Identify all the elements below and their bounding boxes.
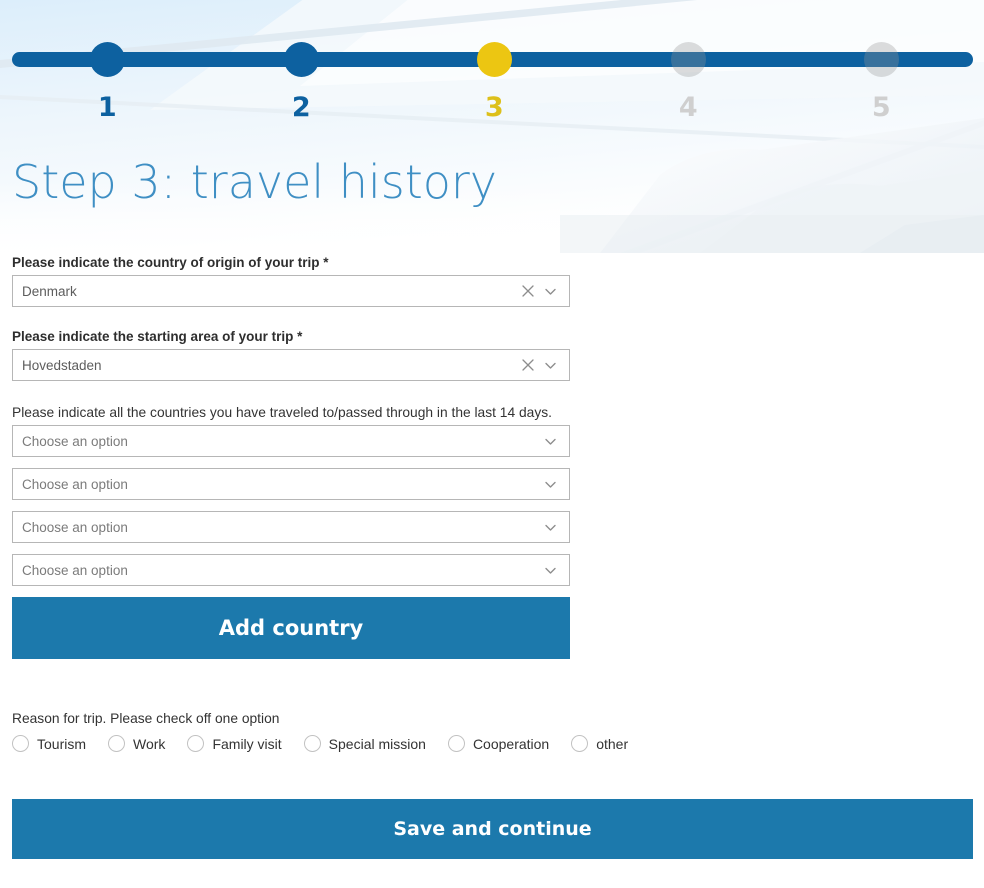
page-title: Step 3: travel history [12,155,498,209]
stepper-label-2: 2 [291,92,311,123]
starting-area-select[interactable]: Hovedstaden [12,349,570,381]
stepper-dot-5[interactable] [864,42,899,77]
traveled-country-select-4[interactable]: Choose an option [12,554,570,586]
add-country-button[interactable]: Add country [12,597,570,659]
traveled-country-value-2: Choose an option [22,476,128,492]
radio-circle-icon[interactable] [108,735,126,752]
stepper-label-4: 4 [678,92,698,123]
country-of-origin-value: Denmark [22,283,77,299]
radio-circle-icon[interactable] [447,735,465,752]
radio-circle-icon[interactable] [12,735,29,752]
traveled-country-value-3: Choose an option [22,519,128,535]
chevron-down-icon[interactable] [539,469,561,499]
chevron-down-icon[interactable] [539,350,561,380]
radio-option-family-visit[interactable]: Family visit [187,735,282,752]
traveled-country-value-4: Choose an option [22,562,128,578]
radio-label-other: other [596,735,629,752]
radio-circle-icon[interactable] [187,735,205,752]
radio-label-family-visit: Family visit [212,735,282,752]
save-and-continue-button[interactable]: Save and continue [12,799,973,859]
stepper-dot-4[interactable] [671,42,706,77]
chevron-down-icon[interactable] [539,276,561,306]
radio-label-work: Work [133,735,166,752]
radio-circle-icon[interactable] [303,735,321,752]
chevron-down-icon[interactable] [539,426,561,456]
traveled-country-select-3[interactable]: Choose an option [12,511,570,543]
chevron-down-icon[interactable] [539,555,561,585]
stepper-dot-2[interactable] [284,42,319,77]
stepper-dot-1[interactable] [90,42,125,77]
traveled-countries-label: Please indicate all the countries you ha… [12,405,552,420]
radio-circle-icon[interactable] [571,735,589,752]
country-of-origin-label: Please indicate the country of origin of… [12,255,329,270]
close-x-icon[interactable] [517,350,539,380]
stepper-label-5: 5 [871,92,891,123]
starting-area-label: Please indicate the starting area of you… [12,329,303,344]
radio-option-cooperation[interactable]: Cooperation [447,735,550,752]
stepper-label-1: 1 [97,92,117,123]
stepper-label-3: 3 [484,92,504,123]
radio-label-tourism: Tourism [37,735,87,752]
starting-area-value: Hovedstaden [22,357,102,373]
country-of-origin-select[interactable]: Denmark [12,275,570,307]
radio-option-tourism[interactable]: Tourism [12,735,86,752]
radio-option-other[interactable]: other [571,735,628,752]
traveled-country-value-1: Choose an option [22,433,128,449]
close-x-icon[interactable] [517,276,539,306]
reason-for-trip-label: Reason for trip. Please check off one op… [12,711,280,726]
progress-stepper: 1 2 3 4 5 [0,0,984,135]
traveled-country-select-2[interactable]: Choose an option [12,468,570,500]
radio-label-special-mission: Special mission [328,735,426,752]
radio-option-work[interactable]: Work [108,735,165,752]
radio-label-cooperation: Cooperation [472,735,550,752]
traveled-country-select-1[interactable]: Choose an option [12,425,570,457]
chevron-down-icon[interactable] [539,512,561,542]
stepper-dot-3[interactable] [477,42,512,77]
reason-radio-group: Tourism Work Family visit Special missio… [12,735,984,752]
radio-option-special-mission[interactable]: Special mission [303,735,426,752]
travel-history-form: Please indicate the country of origin of… [0,253,984,859]
